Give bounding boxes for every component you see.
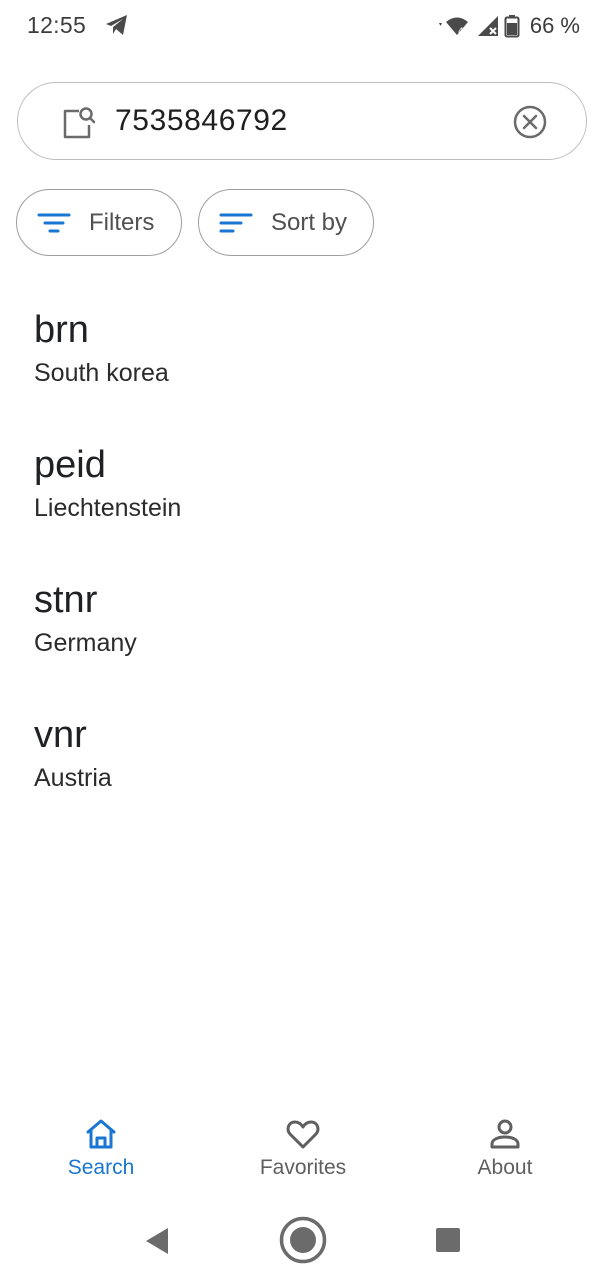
home-icon bbox=[86, 1119, 116, 1149]
telegram-icon bbox=[106, 15, 127, 35]
filters-label: Filters bbox=[89, 208, 155, 236]
result-subtitle: Austria bbox=[34, 764, 112, 792]
sort-by-button[interactable]: Sort by bbox=[198, 189, 374, 256]
filters-button[interactable]: Filters bbox=[16, 189, 182, 256]
nav-favorites-label: Favorites bbox=[259, 1156, 347, 1179]
system-navigation-bar bbox=[0, 1200, 606, 1280]
heart-icon bbox=[286, 1120, 320, 1149]
bottom-navigation: Search Favorites About bbox=[0, 1098, 606, 1198]
filter-icon bbox=[37, 213, 71, 232]
result-title: stnr bbox=[34, 579, 98, 621]
status-time: 12:55 bbox=[27, 12, 87, 38]
search-input[interactable]: 7535846792 bbox=[115, 100, 288, 142]
nav-search-label: Search bbox=[67, 1156, 135, 1179]
nav-favorites[interactable]: Favorites bbox=[228, 1098, 378, 1198]
result-title: peid bbox=[34, 444, 106, 486]
sort-by-label: Sort by bbox=[271, 208, 348, 236]
list-item[interactable]: peid Liechtenstein bbox=[0, 443, 606, 563]
sort-icon bbox=[219, 213, 253, 232]
signal-icon bbox=[477, 16, 498, 36]
app-screen: 12:55 4 66 % 7535846792 Filters Sort by … bbox=[0, 0, 606, 1280]
battery-percent: 66 % bbox=[529, 13, 580, 38]
status-icons: 4 66 % bbox=[436, 12, 580, 40]
result-subtitle: Liechtenstein bbox=[34, 494, 182, 522]
svg-text:4: 4 bbox=[458, 27, 464, 37]
list-item[interactable]: brn South korea bbox=[0, 308, 606, 428]
result-subtitle: Germany bbox=[34, 629, 137, 657]
nav-about[interactable]: About bbox=[430, 1098, 580, 1198]
list-item[interactable]: stnr Germany bbox=[0, 578, 606, 698]
result-subtitle: South korea bbox=[34, 359, 169, 387]
nav-search[interactable]: Search bbox=[26, 1098, 176, 1198]
list-item[interactable]: vnr Austria bbox=[0, 713, 606, 833]
back-icon[interactable] bbox=[143, 1226, 171, 1256]
result-title: brn bbox=[34, 309, 89, 351]
wifi-icon: 4 bbox=[438, 17, 468, 37]
status-bar: 12:55 4 66 % bbox=[0, 0, 606, 52]
person-icon bbox=[490, 1119, 520, 1149]
result-title: vnr bbox=[34, 714, 87, 756]
search-field[interactable]: 7535846792 bbox=[17, 82, 587, 160]
clear-circle-icon[interactable] bbox=[512, 104, 548, 140]
battery-icon bbox=[504, 15, 520, 38]
recents-icon[interactable] bbox=[435, 1227, 461, 1253]
document-search-icon bbox=[63, 107, 96, 139]
nav-about-label: About bbox=[477, 1156, 533, 1179]
home-button-icon[interactable] bbox=[278, 1215, 328, 1265]
